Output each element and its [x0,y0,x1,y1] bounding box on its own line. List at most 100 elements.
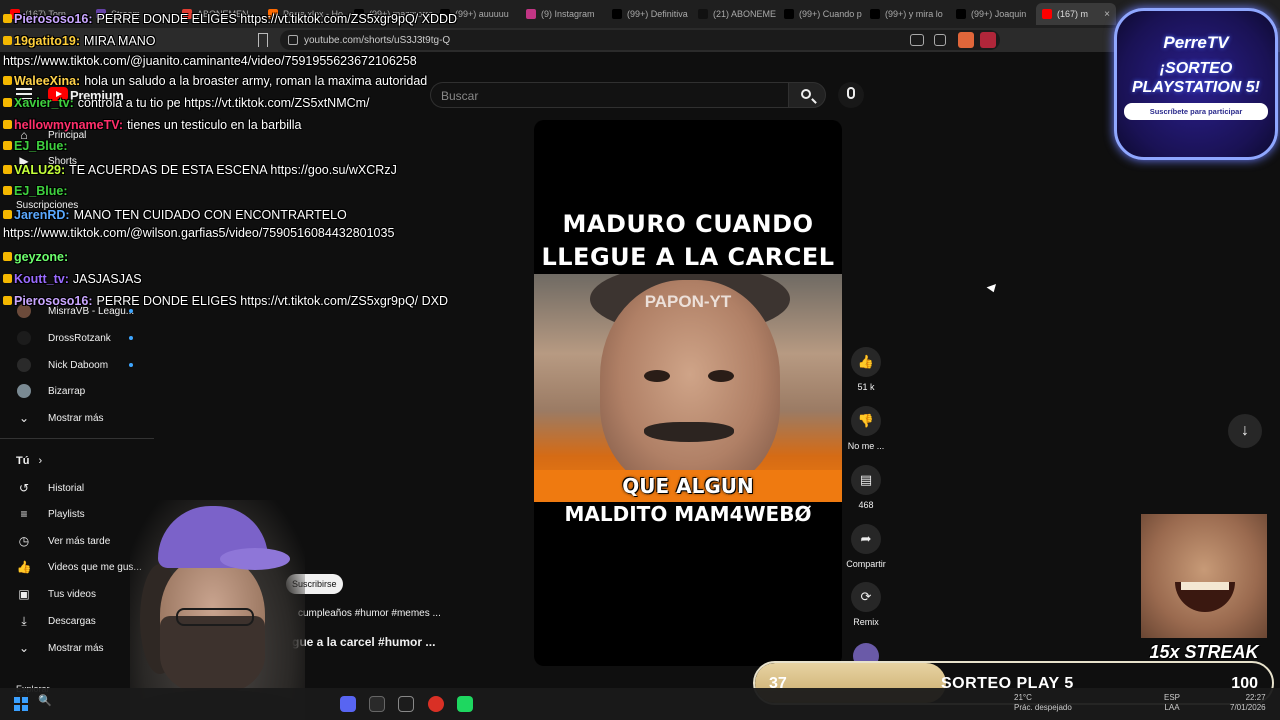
chat-text: TE ACUERDAS DE ESTA ESCENA https://goo.s… [69,163,397,177]
taskbar-search-icon[interactable]: 🔍 [38,694,62,714]
crown-badge-icon [3,252,12,261]
clock[interactable]: 22:27 7/01/2026 [1230,693,1266,713]
new-content-dot [129,309,133,313]
remix-button[interactable]: ⟳ Remix [845,582,887,627]
sidebar-divider [0,438,154,439]
chat-username[interactable]: EJ_Blue: [14,184,68,198]
sidebar-item-subscription[interactable]: Nick Daboom [0,352,154,378]
share-icon[interactable] [934,34,946,46]
sidebar-item-label: DrossRotzank [48,332,111,344]
eye-right [708,370,734,382]
clock-time: 22:27 [1245,693,1266,702]
site-info-icon[interactable] [288,35,298,45]
dislike-button[interactable]: 👎 No me ... [845,406,887,451]
chat-username[interactable]: geyzone: [14,250,68,264]
chevron-down-icon: ⌄ [18,411,30,425]
tab-label: (99+) Joaquin [971,9,1027,19]
discord-icon[interactable] [340,696,356,712]
browser-tab[interactable]: (9) Instagram [520,3,606,25]
you-section-title[interactable]: Tú › [16,455,42,467]
sidebar-item-history[interactable]: ↺ Historial [0,475,154,501]
close-icon[interactable]: × [1104,9,1110,20]
eye-left [644,370,670,382]
tab-label: (21) ABONEME [713,9,777,19]
chat-username[interactable]: EJ_Blue: [14,139,68,153]
arrow-down-icon: ↓ [1241,422,1249,439]
language-secondary: LAA [1164,703,1180,712]
thumbs-up-icon: 👍 [16,560,32,574]
chat-message: EJ_Blue: [3,139,72,153]
share-button[interactable]: ➦ Compartir [845,524,887,569]
chat-text: https://www.tiktok.com/@wilson.garfias5/… [3,226,395,240]
video-title-line-1[interactable]: cumpleaños #humor #memes ... [298,608,441,619]
search-button[interactable] [788,82,826,108]
brave-shield-icon[interactable] [958,32,974,48]
streak-label: 15x STREAK [1149,642,1259,662]
comment-icon: ▤ [851,465,881,495]
chat-text: MANO TEN CUIDADO CON ENCONTRARTELO [73,208,347,222]
thumbs-up-icon: 👍 [851,347,881,377]
remix-icon: ⟳ [851,582,881,612]
terminal-icon[interactable] [369,696,385,712]
sidebar-item-label: Mostrar más [48,642,104,654]
caption-bottom-line-1: QUE ALGUN [622,474,754,498]
crown-badge-icon [3,296,12,305]
short-video-player[interactable]: MADURO CUANDO LLEGUE A LA CARCEL PAPON-Y… [534,120,842,666]
chat-username[interactable]: WaleeXina: [14,74,80,88]
browser-tab[interactable]: (21) ABONEME [692,3,778,25]
like-button[interactable]: 👍 51 k [845,347,887,392]
chat-username[interactable]: Pierososo16: [14,294,93,308]
chat-username[interactable]: 19gatito19: [14,34,80,48]
comments-button[interactable]: ▤ 468 [845,465,887,510]
chat-username[interactable]: VALU29: [14,163,65,177]
bookmark-icon[interactable] [258,33,268,47]
download-icon: ⤓ [21,613,27,628]
next-short-button[interactable]: ↓ [1228,414,1262,448]
comments-count: 468 [858,500,874,510]
search-input[interactable]: Buscar [430,82,788,108]
browser-tab[interactable]: (99+) Joaquin [950,3,1036,25]
extension-icon[interactable] [980,32,996,48]
browser-tab[interactable]: (99+) Cuando p [778,3,864,25]
caption-top-line-2: LLEGUE A LA CARCEL [541,243,835,271]
voice-search-button[interactable] [838,82,864,108]
video-icon: ▣ [18,587,30,601]
obs-icon[interactable] [428,696,444,712]
sidebar-item-subscription[interactable]: Bizarrap [0,378,154,404]
chat-message: EJ_Blue: [3,184,72,198]
chat-username[interactable]: JarenRD: [14,208,70,222]
like-count: 51 k [857,382,875,392]
chat-message: Pierososo16: PERRE DONDE ELIGES https://v… [3,294,448,308]
sidebar-item-label: Nick Daboom [48,359,109,371]
chevron-down-icon: ⌄ [18,641,30,655]
chat-username[interactable]: Koutt_tv: [14,272,69,286]
browser-tab[interactable]: (99+) Definitiva [606,3,692,25]
streaming-app-icon[interactable] [457,696,473,712]
url-field[interactable]: youtube.com/shorts/uS3J3t9tg-Q [280,30,1000,50]
you-section-label: Tú [16,455,30,467]
crown-badge-icon [3,274,12,283]
weather-widget[interactable]: 21°C Prác. despejado [1014,693,1072,713]
chat-username[interactable]: Pierososo16: [14,12,93,26]
search-icon [801,89,811,99]
windows-start-icon[interactable] [14,697,28,711]
show-more-subscriptions[interactable]: ⌄ Mostrar más [0,405,154,431]
badge-brand: PerreTV [1163,33,1229,52]
screen-cast-icon[interactable] [910,34,924,46]
language-indicator[interactable]: ESP LAA [1164,693,1180,713]
chat-username[interactable]: Xavier_tv: [14,96,74,110]
new-content-dot [129,336,133,340]
dislike-label: No me ... [847,441,885,451]
chat-message: hellowmynameTV: tienes un testiculo en la… [3,118,301,132]
chat-text: tienes un testiculo en la barbilla [127,118,302,132]
browser-tab[interactable]: (99+) y mira lo [864,3,950,25]
caption-bottom-line-2: MALDITO MAM4WEBØ [564,502,812,526]
sidebar-item-label: Tus videos [48,588,96,600]
browser-tab[interactable]: (167) m × [1036,3,1116,25]
sidebar-item-subscription[interactable]: DrossRotzank [0,325,154,351]
chat-username[interactable]: hellowmynameTV: [14,118,123,132]
language-primary: ESP [1164,693,1181,702]
unreal-icon[interactable] [398,696,414,712]
video-watermark: PAPON-YT [644,292,732,311]
weather-condition: Prác. despejado [1014,703,1072,712]
